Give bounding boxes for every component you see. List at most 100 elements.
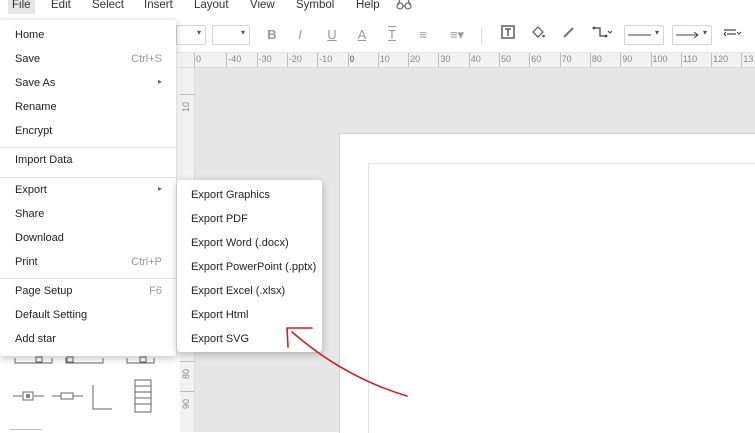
ruler-label: -10	[319, 54, 333, 64]
menu-view[interactable]: View	[250, 0, 275, 14]
shape-thumbnail[interactable]	[51, 389, 85, 406]
menu-edit[interactable]: Edit	[51, 0, 71, 14]
ruler-label: 80	[181, 368, 191, 379]
ruler-label: -30	[258, 54, 272, 64]
export-pdf-item[interactable]: Export PDF	[177, 206, 322, 230]
ruler-tick	[180, 361, 194, 362]
italic-icon[interactable]: I	[290, 25, 310, 45]
menu-item-home[interactable]: Home	[0, 24, 176, 48]
menu-item-print[interactable]: Print Ctrl+P	[0, 251, 176, 275]
menu-item-export[interactable]: Export ▸	[0, 179, 176, 203]
export-graphics-item[interactable]: Export Graphics	[177, 182, 322, 206]
export-word-item[interactable]: Export Word (.docx)	[177, 230, 322, 254]
text-style-icon[interactable]: T	[382, 25, 402, 45]
shape-thumbnail[interactable]	[134, 379, 152, 416]
menu-item-label: Add star	[15, 333, 56, 345]
line-color-icon[interactable]	[559, 25, 579, 45]
menu-item-label: Export PDF	[191, 213, 248, 225]
shape-thumbnail[interactable]	[65, 355, 105, 370]
toolbar-divider	[481, 28, 482, 44]
shape-thumbnail[interactable]	[12, 389, 46, 406]
menu-item-page-setup[interactable]: Page Setup F6	[0, 280, 176, 304]
font-size-select[interactable]: ▾	[212, 25, 250, 45]
menu-item-label: Download	[15, 232, 64, 244]
ruler-label: -20	[288, 54, 302, 64]
menu-help[interactable]: Help	[356, 0, 380, 14]
menu-insert[interactable]: Insert	[144, 0, 173, 14]
export-submenu: Export Graphics Export PDF Export Word (…	[177, 180, 322, 352]
ruler-label: 60	[531, 54, 542, 64]
ruler-tick	[180, 391, 194, 392]
connector-icon[interactable]	[590, 25, 614, 45]
menu-item-save-as[interactable]: Save As ▸	[0, 72, 176, 96]
menu-item-rename[interactable]: Rename	[0, 96, 176, 120]
ruler-label: -40	[228, 54, 242, 64]
panel-divider	[10, 429, 42, 430]
menu-item-label: Save As	[15, 77, 56, 89]
menu-item-label: Print	[15, 256, 38, 268]
menu-item-label: Export	[15, 184, 47, 196]
menu-item-share[interactable]: Share	[0, 203, 176, 227]
menu-select[interactable]: Select	[92, 0, 124, 14]
ruler-label: 80	[591, 54, 602, 64]
ruler-label: 0	[196, 54, 202, 64]
align-icon[interactable]: ≡	[413, 25, 433, 45]
menu-item-default-setting[interactable]: Default Setting	[0, 304, 176, 328]
menu-item-label: Export Html	[191, 309, 249, 321]
shape-library-panel	[0, 355, 180, 432]
ruler-tick	[180, 94, 194, 95]
menu-item-import-data[interactable]: Import Data	[0, 149, 176, 173]
menu-divider	[0, 177, 176, 178]
menu-file[interactable]: File	[8, 0, 35, 14]
menu-item-label: Default Setting	[15, 309, 88, 321]
menu-item-label: Encrypt	[15, 125, 53, 137]
shape-thumbnail[interactable]	[126, 355, 156, 370]
export-powerpoint-item[interactable]: Export PowerPoint (.pptx)	[177, 254, 322, 278]
font-family-select[interactable]: ▾	[176, 25, 206, 45]
menu-symbol[interactable]: Symbol	[296, 0, 334, 14]
menu-item-label: Home	[15, 29, 45, 41]
shortcut-label: Ctrl+P	[131, 256, 162, 268]
menu-item-add-star[interactable]: Add star	[0, 328, 176, 352]
shape-thumbnail[interactable]	[90, 383, 116, 416]
menu-divider	[0, 147, 176, 148]
line-style-icon[interactable]: ▾	[624, 25, 664, 45]
font-color-icon[interactable]: A	[352, 25, 372, 45]
more-icon[interactable]	[720, 25, 744, 45]
menu-item-label: Export Graphics	[191, 189, 270, 201]
text-box-icon[interactable]	[498, 25, 518, 45]
shortcut-label: F6	[149, 285, 162, 297]
ruler-label: 120	[713, 54, 729, 64]
menu-item-label: Save	[15, 53, 41, 65]
ruler-label: 110	[682, 54, 698, 64]
menu-item-download[interactable]: Download	[0, 227, 176, 251]
menu-item-label: Page Setup	[15, 285, 73, 297]
shape-thumbnail[interactable]	[14, 355, 54, 370]
export-excel-item[interactable]: Export Excel (.xlsx)	[177, 278, 322, 302]
ruler-label: 10	[379, 54, 390, 64]
line-spacing-icon[interactable]: ≡▾	[444, 25, 470, 45]
menu-layout[interactable]: Layout	[194, 0, 229, 14]
menu-item-label: Rename	[15, 101, 57, 113]
export-svg-item[interactable]: Export SVG	[177, 326, 322, 350]
shortcut-label: Ctrl+S	[131, 53, 162, 65]
ruler-label: 90	[181, 398, 191, 409]
menu-bar: File Edit Select Insert Layout View Symb…	[0, 0, 755, 14]
bold-icon[interactable]: B	[262, 25, 282, 45]
ruler-label: 13	[743, 54, 754, 64]
menu-item-label: Export SVG	[191, 333, 250, 345]
arrow-style-icon[interactable]: ▾	[672, 25, 712, 45]
export-html-item[interactable]: Export Html	[177, 302, 322, 326]
menu-item-save[interactable]: Save Ctrl+S	[0, 48, 176, 72]
binoculars-icon[interactable]	[396, 0, 412, 13]
fill-icon[interactable]	[528, 25, 548, 45]
submenu-arrow-icon: ▸	[157, 77, 162, 86]
ruler-label: 0	[349, 54, 355, 64]
menu-item-encrypt[interactable]: Encrypt	[0, 120, 176, 144]
ruler-label: 100	[652, 54, 668, 64]
ruler-label: 10	[181, 101, 191, 112]
horizontal-ruler: 0 -40 -30 -20 -10 0 10 20 30 40 50 60 70 80 90 100 110 12…	[180, 53, 755, 68]
menu-item-label: Import Data	[15, 154, 73, 166]
underline-icon[interactable]: U	[322, 25, 342, 45]
file-menu: Home Save Ctrl+S Save As ▸ Rename Encryp…	[0, 20, 176, 356]
